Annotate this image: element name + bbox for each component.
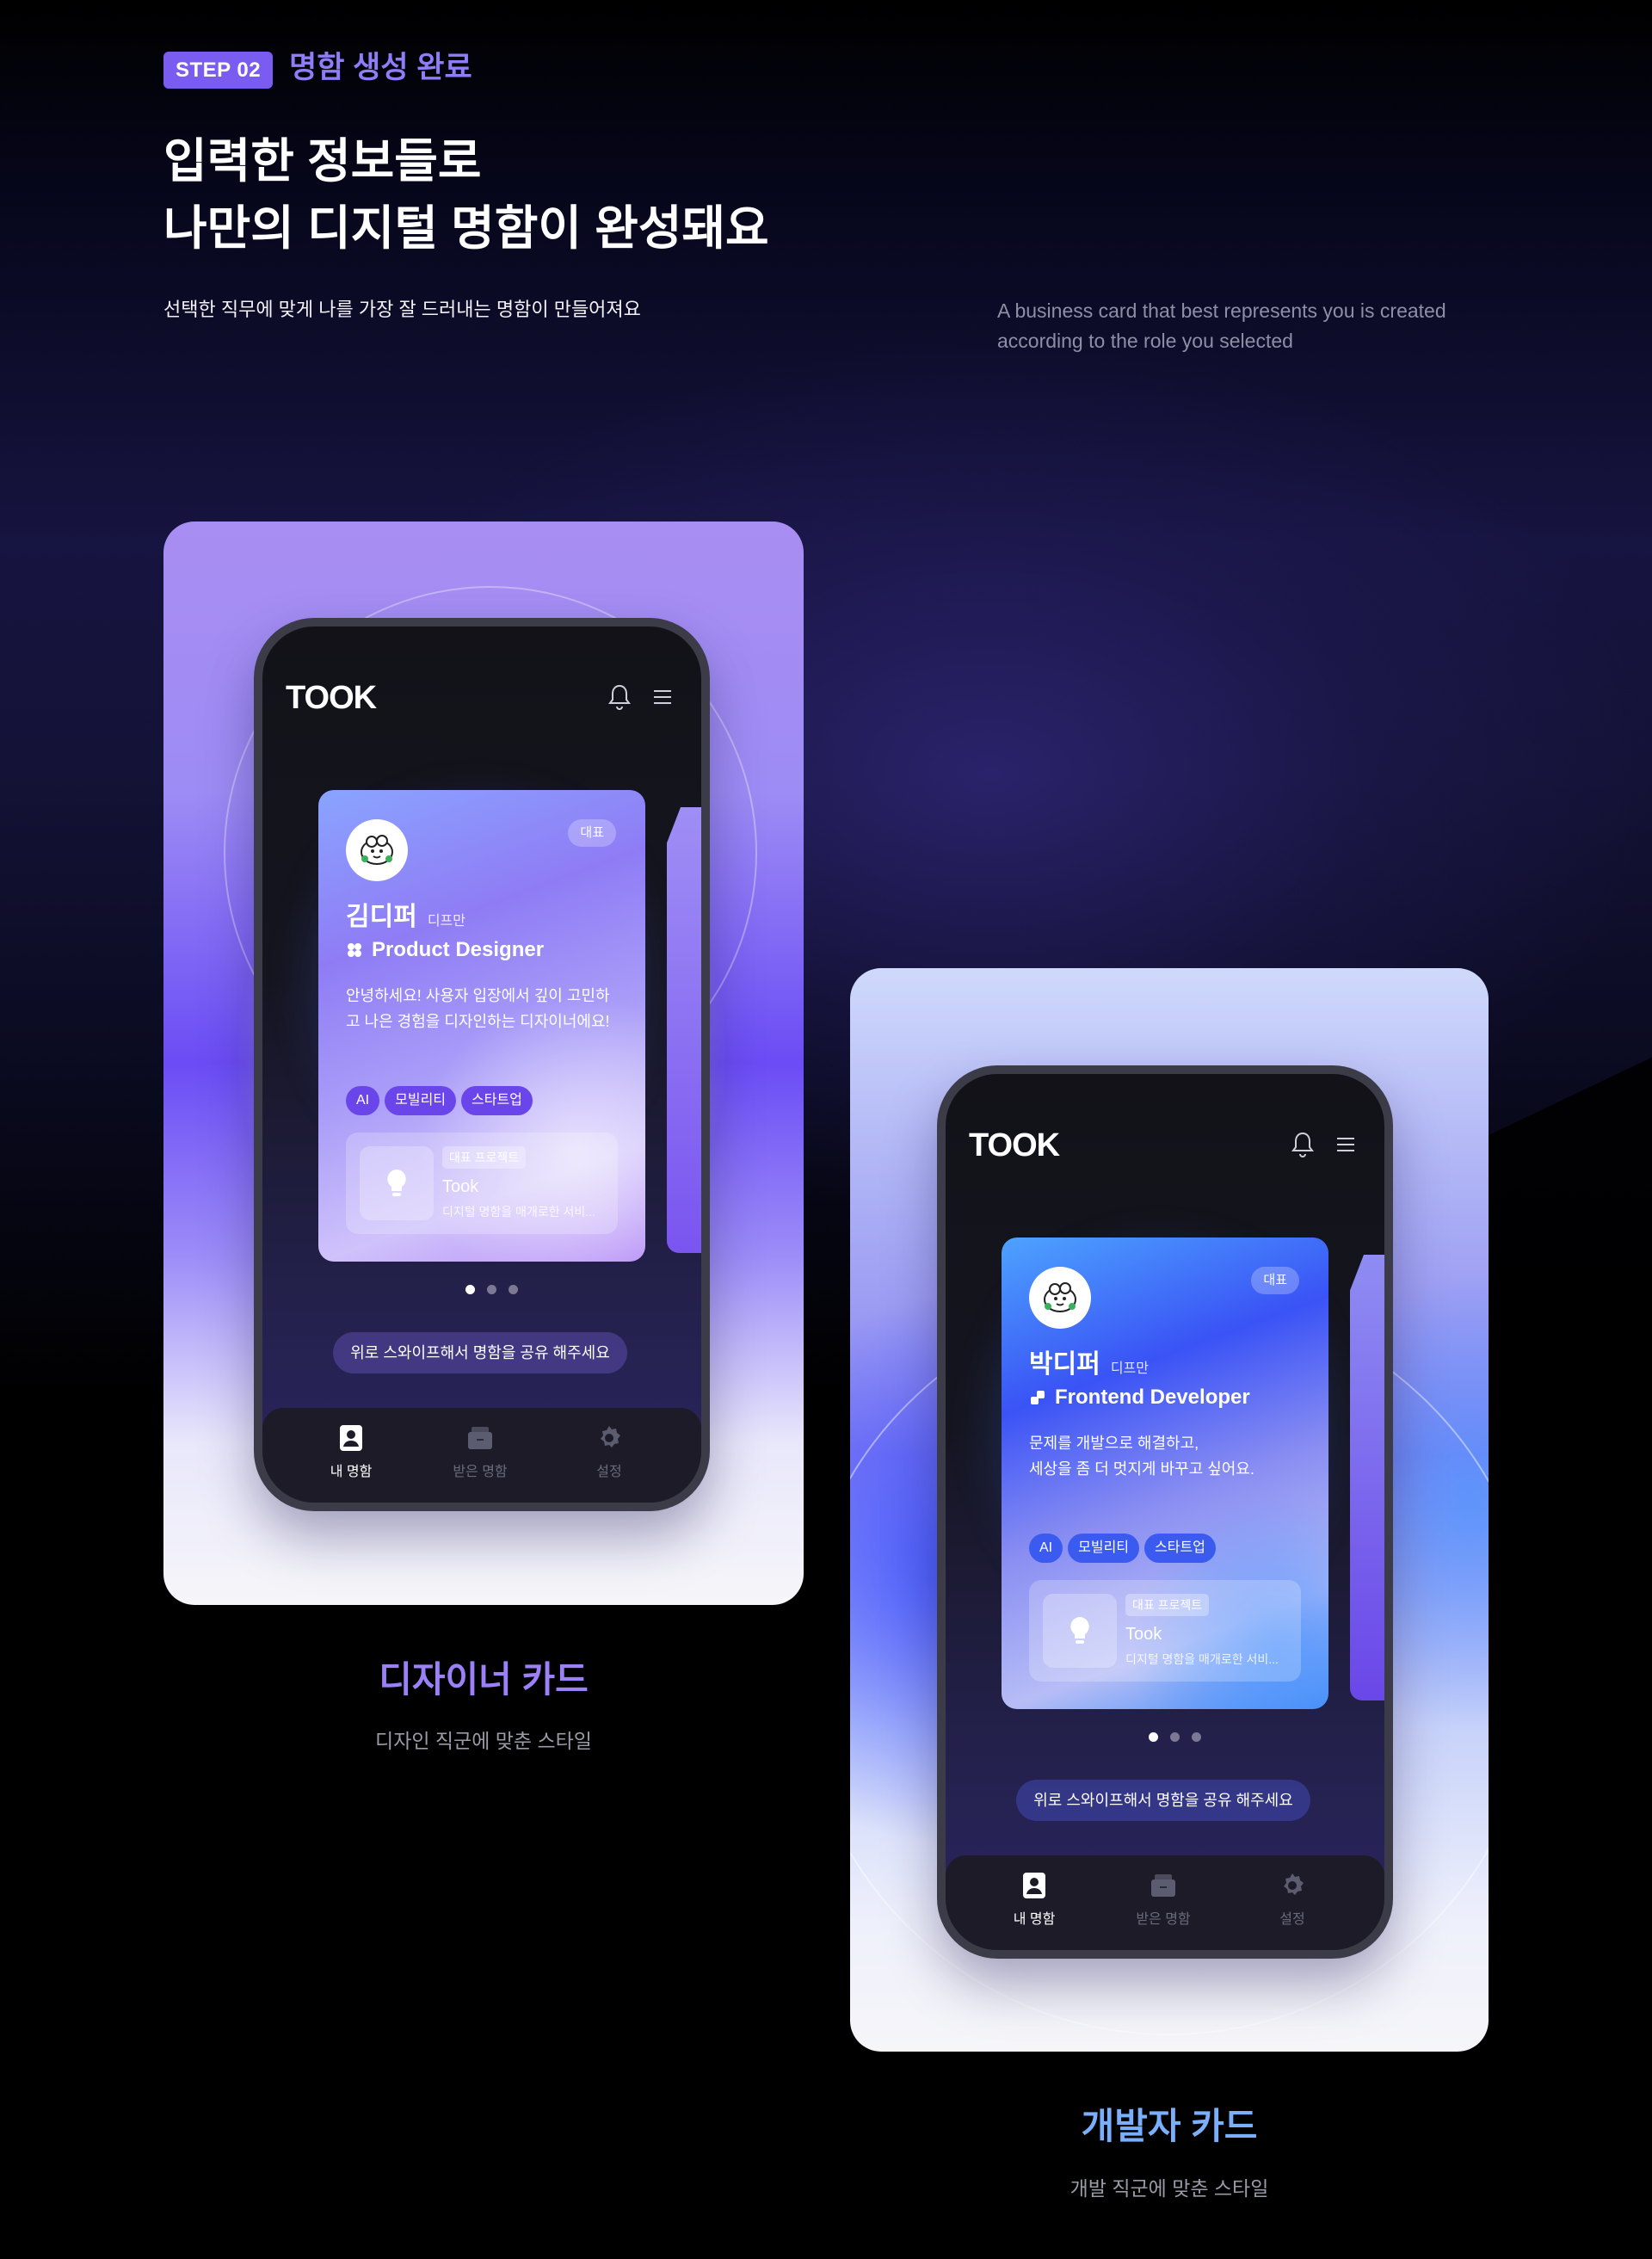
contact-card-icon bbox=[340, 1425, 362, 1451]
tab-label: 내 명함 bbox=[330, 1465, 373, 1479]
designer-caption-subtitle: 디자인 직군에 맞춘 스타일 bbox=[375, 1730, 592, 1752]
developer-phone-mockup: TOOK 대표 박디퍼 디프만 Frontend Developer 문제를 개… bbox=[937, 1065, 1393, 1959]
designer-phone-mockup: TOOK 대표 김디퍼 디프만 Product Designer 안녕하세요! … bbox=[254, 618, 710, 1511]
developer-caption-subtitle: 개발 직군에 맞춘 스타일 bbox=[1069, 2177, 1269, 2200]
avatar bbox=[346, 819, 408, 881]
bio-text: 안녕하세요! 사용자 입장에서 깊이 고민하고 나은 경험을 디자인하는 디자이… bbox=[346, 987, 610, 1030]
tag-list: AI 모빌리티 스타트업 bbox=[1029, 1534, 1216, 1563]
bulb-icon-box bbox=[1043, 1594, 1117, 1668]
menu-icon[interactable] bbox=[653, 688, 672, 706]
tag: AI bbox=[346, 1086, 380, 1115]
person-name: 김디퍼 bbox=[346, 903, 417, 931]
menu-icon[interactable] bbox=[1336, 1136, 1355, 1153]
design-role-icon bbox=[348, 943, 361, 957]
mascot-icon bbox=[361, 835, 393, 865]
step-badge: STEP 02 bbox=[163, 52, 273, 89]
person-name: 박디퍼 bbox=[1029, 1350, 1100, 1379]
took-logo: TOOK bbox=[969, 1127, 1060, 1163]
name-row: 박디퍼 디프만 bbox=[1029, 1342, 1149, 1380]
tag: 모빌리티 bbox=[385, 1086, 457, 1115]
tab-my-card[interactable]: 내 명함 bbox=[308, 1423, 394, 1480]
contact-card-icon bbox=[1023, 1873, 1045, 1898]
featured-project[interactable]: 대표 프로젝트 Took 디지털 명함을 매개로한 서비... bbox=[1029, 1580, 1301, 1682]
project-description: 디지털 명함을 매개로한 서비... bbox=[1125, 1652, 1279, 1666]
featured-project[interactable]: 대표 프로젝트 Took 디지털 명함을 매개로한 서비... bbox=[346, 1133, 618, 1234]
page-dot[interactable] bbox=[1170, 1732, 1180, 1742]
bell-icon[interactable] bbox=[1290, 1131, 1316, 1158]
tab-settings[interactable]: 설정 bbox=[566, 1423, 652, 1480]
nickname: 디프만 bbox=[1110, 1361, 1149, 1376]
tag: AI bbox=[1029, 1534, 1063, 1563]
page-dot-active[interactable] bbox=[1149, 1732, 1158, 1742]
lightbulb-icon bbox=[1070, 1617, 1089, 1644]
tag: 스타트업 bbox=[1144, 1534, 1216, 1563]
gear-icon bbox=[601, 1426, 620, 1447]
representative-badge: 대표 bbox=[1251, 1267, 1299, 1294]
next-card-peek[interactable] bbox=[1350, 1255, 1384, 1700]
page-indicator bbox=[1149, 1732, 1201, 1742]
role-row: Frontend Developer bbox=[1029, 1386, 1250, 1410]
step-label: 명함 생성 완료 bbox=[289, 51, 472, 84]
dev-role-icon bbox=[1031, 1391, 1045, 1404]
tab-label: 받은 명함 bbox=[1136, 1912, 1191, 1927]
phone-screen: TOOK 대표 박디퍼 디프만 Frontend Developer 문제를 개… bbox=[946, 1074, 1384, 1950]
project-badge: 대표 프로젝트 bbox=[442, 1146, 527, 1169]
mascot-icon bbox=[1044, 1282, 1076, 1312]
tab-label: 설정 bbox=[1279, 1912, 1305, 1927]
page-dot[interactable] bbox=[487, 1285, 496, 1294]
business-card[interactable]: 대표 박디퍼 디프만 Frontend Developer 문제를 개발으로 해… bbox=[1002, 1238, 1328, 1709]
bottom-tab-bar: 내 명함 받은 명함 설정 bbox=[946, 1855, 1384, 1950]
bulb-icon-box bbox=[360, 1146, 434, 1220]
tag-list: AI 모빌리티 스타트업 bbox=[346, 1086, 533, 1115]
designer-caption-title: 디자이너 카드 bbox=[379, 1659, 589, 1700]
bell-icon[interactable] bbox=[607, 683, 632, 711]
bottom-tab-bar: 내 명함 받은 명함 설정 bbox=[262, 1408, 701, 1503]
tab-received-cards[interactable]: 받은 명함 bbox=[1120, 1871, 1206, 1928]
page-dot-active[interactable] bbox=[465, 1285, 475, 1294]
swipe-share-hint[interactable]: 위로 스와이프해서 명함을 공유 해주세요 bbox=[1016, 1780, 1310, 1821]
subtext-korean: 선택한 직무에 맞게 나를 가장 잘 드러내는 명함이 만들어져요 bbox=[163, 299, 641, 320]
took-logo: TOOK bbox=[286, 680, 377, 716]
headline-line-1: 입력한 정보들로 bbox=[163, 134, 482, 188]
bio-text: 문제를 개발으로 해결하고, 세상을 좀 더 멋지게 바꾸고 싶어요. bbox=[1029, 1430, 1304, 1482]
tab-label: 내 명함 bbox=[1013, 1912, 1056, 1927]
project-name: Took bbox=[442, 1177, 479, 1196]
role-title: Product Designer bbox=[372, 938, 545, 961]
bio-line-2: 세상을 좀 더 멋지게 바꾸고 싶어요. bbox=[1029, 1460, 1254, 1478]
role-title: Frontend Developer bbox=[1055, 1386, 1250, 1409]
page-dot[interactable] bbox=[509, 1285, 518, 1294]
tab-settings[interactable]: 설정 bbox=[1249, 1871, 1335, 1928]
phone-screen: TOOK 대표 김디퍼 디프만 Product Designer 안녕하세요! … bbox=[262, 626, 701, 1503]
lightbulb-icon bbox=[387, 1170, 406, 1196]
tag: 모빌리티 bbox=[1068, 1534, 1140, 1563]
next-card-peek[interactable] bbox=[667, 807, 701, 1253]
tab-label: 설정 bbox=[596, 1465, 622, 1479]
tag: 스타트업 bbox=[461, 1086, 533, 1115]
tab-label: 받은 명함 bbox=[453, 1465, 508, 1479]
page-headline: 입력한 정보들로 나만의 디지털 명함이 완성돼요 bbox=[163, 127, 769, 262]
gear-icon bbox=[1284, 1873, 1304, 1895]
project-badge: 대표 프로젝트 bbox=[1125, 1594, 1210, 1616]
card-box-icon bbox=[468, 1427, 492, 1449]
name-row: 김디퍼 디프만 bbox=[346, 895, 465, 933]
business-card[interactable]: 대표 김디퍼 디프만 Product Designer 안녕하세요! 사용자 입… bbox=[318, 790, 645, 1262]
project-name: Took bbox=[1125, 1625, 1162, 1644]
card-box-icon bbox=[1151, 1874, 1175, 1897]
tab-received-cards[interactable]: 받은 명함 bbox=[437, 1423, 523, 1480]
developer-caption-title: 개발자 카드 bbox=[1081, 2106, 1258, 2146]
project-description: 디지털 명함을 매개로한 서비... bbox=[442, 1205, 595, 1219]
nickname: 디프만 bbox=[427, 914, 465, 929]
swipe-share-hint[interactable]: 위로 스와이프해서 명함을 공유 해주세요 bbox=[333, 1332, 627, 1373]
role-row: Product Designer bbox=[346, 938, 544, 962]
page-indicator bbox=[465, 1285, 518, 1294]
page-dot[interactable] bbox=[1192, 1732, 1201, 1742]
tab-my-card[interactable]: 내 명함 bbox=[991, 1871, 1077, 1928]
bio-line-1: 문제를 개발으로 해결하고, bbox=[1029, 1435, 1199, 1452]
subtext-english: A business card that best represents you… bbox=[997, 299, 1446, 352]
headline-line-2: 나만의 디지털 명함이 완성돼요 bbox=[163, 201, 769, 255]
avatar bbox=[1029, 1267, 1091, 1329]
representative-badge: 대표 bbox=[568, 819, 616, 847]
